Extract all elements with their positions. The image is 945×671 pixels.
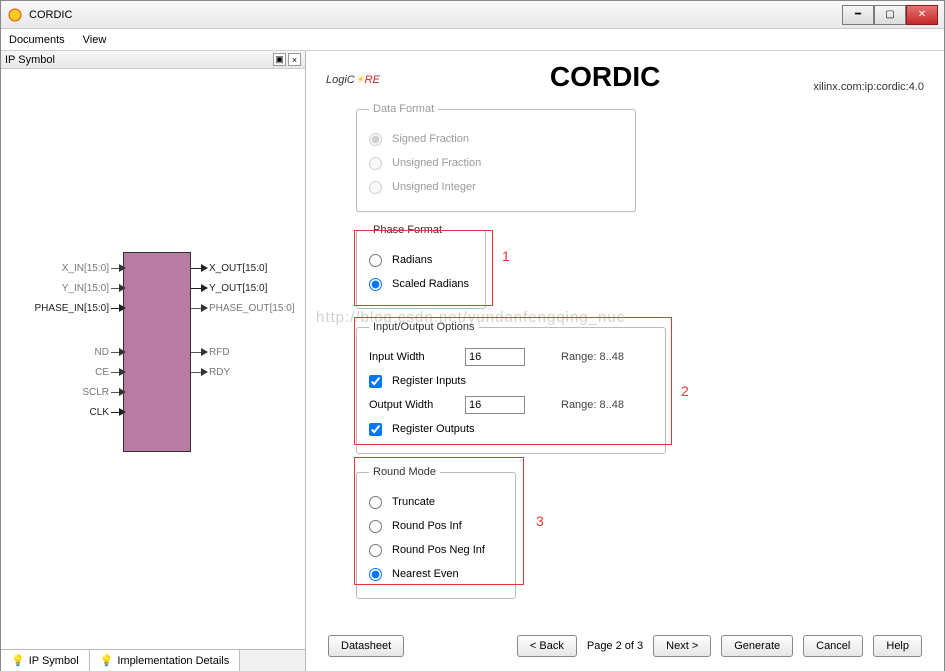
menu-view[interactable]: View [83, 34, 107, 46]
phase-format-legend: Phase Format [369, 224, 446, 236]
app-icon [7, 7, 23, 23]
panel-title: IP Symbol [5, 54, 55, 66]
body-area: IP Symbol ▣ × X_IN[15:0] Y_IN[15:0] PHAS… [1, 51, 944, 671]
output-width-label: Output Width [369, 399, 459, 411]
left-tabs: 💡IP Symbol 💡Implementation Details [1, 649, 305, 671]
close-button[interactable]: ✕ [906, 5, 938, 25]
data-format-legend: Data Format [369, 103, 438, 115]
window-title: CORDIC [29, 9, 72, 21]
datasheet-button[interactable]: Datasheet [328, 635, 404, 657]
form-area: http://blog.csdn.net/yundanfengqing_nuc … [326, 103, 924, 631]
menu-documents[interactable]: Documents [9, 34, 65, 46]
panel-header: IP Symbol ▣ × [1, 51, 305, 69]
annotation-num-1: 1 [502, 248, 510, 264]
io-options-legend: Input/Output Options [369, 321, 479, 333]
radio-scaled-radians[interactable] [369, 278, 382, 291]
annotation-num-2: 2 [681, 383, 689, 399]
io-options-group: Input/Output Options Input Width Range: … [356, 321, 666, 454]
undock-icon[interactable]: ▣ [273, 53, 286, 66]
checkbox-register-outputs[interactable] [369, 423, 382, 436]
cancel-button[interactable]: Cancel [803, 635, 863, 657]
round-mode-legend: Round Mode [369, 466, 440, 478]
header-row: LogiC☀RE CORDIC xilinx.com:ip:cordic:4.0 [326, 61, 924, 93]
output-width-range: Range: 8..48 [561, 399, 624, 411]
window-controls: ━ ▢ ✕ [842, 5, 938, 25]
port-ce: CE [61, 367, 109, 378]
radio-unsigned-integer [369, 181, 382, 194]
symbol-diagram: X_IN[15:0] Y_IN[15:0] PHASE_IN[15:0] ND … [1, 69, 305, 649]
tab-ip-symbol[interactable]: 💡IP Symbol [1, 650, 90, 671]
config-pane: LogiC☀RE CORDIC xilinx.com:ip:cordic:4.0… [306, 51, 944, 671]
port-clk: CLK [61, 407, 109, 418]
radio-round-pos-inf[interactable] [369, 520, 382, 533]
phase-format-group: Phase Format Radians Scaled Radians [356, 224, 486, 309]
sun-icon: ☀ [355, 74, 365, 86]
port-y-out: Y_OUT[15:0] [209, 283, 267, 294]
input-width-range: Range: 8..48 [561, 351, 624, 363]
menu-bar: Documents View [1, 29, 944, 51]
ip-block [123, 252, 191, 452]
button-bar: Datasheet < Back Page 2 of 3 Next > Gene… [326, 631, 924, 661]
data-format-group: Data Format Signed Fraction Unsigned Fra… [356, 103, 636, 212]
panel-close-icon[interactable]: × [288, 53, 301, 66]
radio-radians[interactable] [369, 254, 382, 267]
input-width-label: Input Width [369, 351, 459, 363]
port-rdy: RDY [209, 367, 230, 378]
port-y-in: Y_IN[15:0] [29, 283, 109, 294]
port-x-in: X_IN[15:0] [29, 263, 109, 274]
title-bar: CORDIC ━ ▢ ✕ [1, 1, 944, 29]
port-rfd: RFD [209, 347, 230, 358]
page-indicator: Page 2 of 3 [587, 640, 643, 652]
radio-nearest-even[interactable] [369, 568, 382, 581]
back-button[interactable]: < Back [517, 635, 577, 657]
annotation-num-3: 3 [536, 513, 544, 529]
radio-round-pos-neg-inf[interactable] [369, 544, 382, 557]
help-button[interactable]: Help [873, 635, 922, 657]
checkbox-register-inputs[interactable] [369, 375, 382, 388]
radio-unsigned-fraction [369, 157, 382, 170]
page-title: CORDIC [550, 61, 660, 93]
next-button[interactable]: Next > [653, 635, 711, 657]
port-x-out: X_OUT[15:0] [209, 263, 267, 274]
radio-signed-fraction [369, 133, 382, 146]
logicore-logo: LogiC☀RE [326, 66, 380, 89]
input-width-field[interactable] [465, 348, 525, 366]
ip-identifier: xilinx.com:ip:cordic:4.0 [813, 81, 924, 93]
port-phase-in: PHASE_IN[15:0] [13, 303, 109, 314]
port-sclr: SCLR [61, 387, 109, 398]
output-width-field[interactable] [465, 396, 525, 414]
generate-button[interactable]: Generate [721, 635, 793, 657]
ip-symbol-panel: IP Symbol ▣ × X_IN[15:0] Y_IN[15:0] PHAS… [1, 51, 306, 671]
port-phase-out: PHASE_OUT[15:0] [209, 303, 295, 314]
round-mode-group: Round Mode Truncate Round Pos Inf Round … [356, 466, 516, 599]
bulb-icon: 💡 [100, 654, 114, 667]
port-nd: ND [61, 347, 109, 358]
minimize-button[interactable]: ━ [842, 5, 874, 25]
tab-implementation-details[interactable]: 💡Implementation Details [90, 650, 241, 671]
maximize-button[interactable]: ▢ [874, 5, 906, 25]
radio-truncate[interactable] [369, 496, 382, 509]
bulb-icon: 💡 [11, 654, 25, 667]
